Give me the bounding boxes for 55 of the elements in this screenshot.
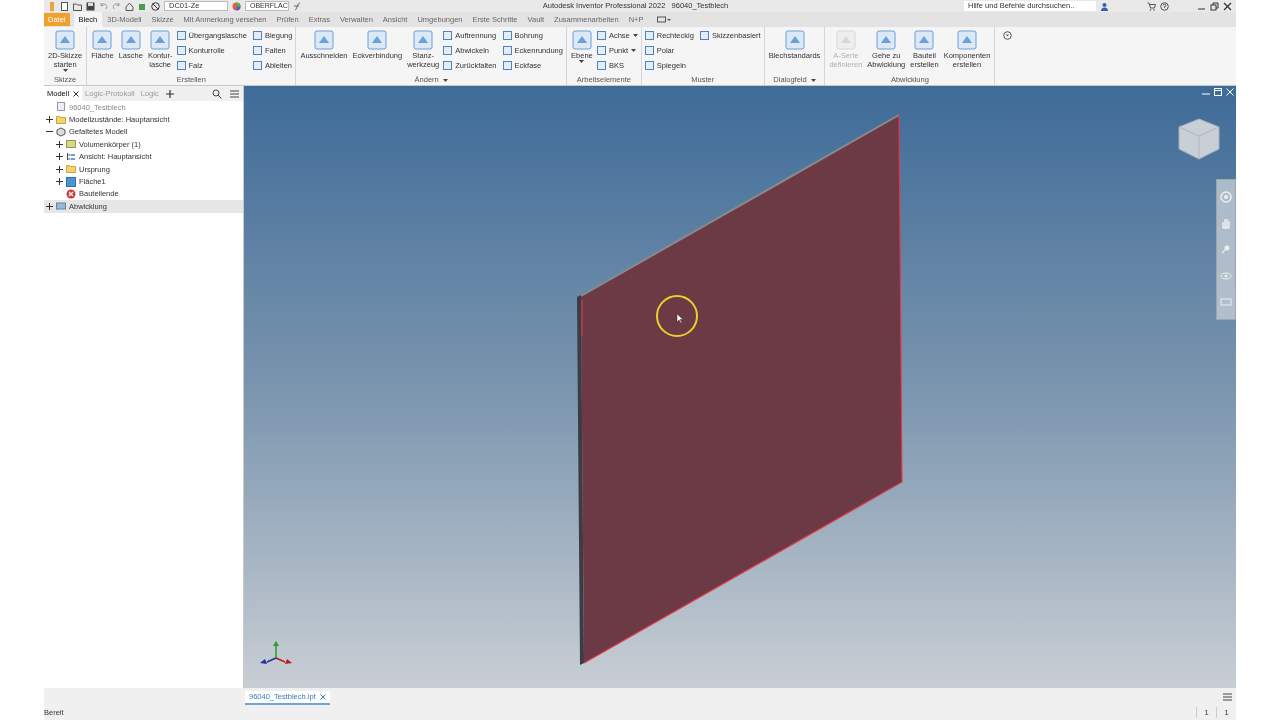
add-panel-icon[interactable]	[1003, 31, 1013, 40]
save-icon[interactable]	[86, 1, 95, 11]
stop-icon	[66, 188, 76, 199]
expand-icon[interactable]	[56, 165, 63, 173]
cart-icon[interactable]	[1147, 1, 1156, 11]
tool-icon	[875, 29, 898, 51]
document-icon	[56, 102, 66, 113]
user-icon[interactable]	[1100, 1, 1109, 11]
model-viewport[interactable]	[244, 86, 1236, 688]
panel-menu-caret-icon[interactable]	[810, 78, 816, 82]
close-icon[interactable]	[73, 90, 80, 97]
restore-icon[interactable]	[1214, 88, 1222, 96]
add-icon[interactable]	[165, 89, 174, 98]
tool-icon	[119, 29, 142, 51]
restore-icon[interactable]	[1210, 1, 1219, 11]
tool-icon	[149, 29, 172, 51]
expand-icon[interactable]	[56, 178, 63, 186]
axis-triad-icon	[259, 641, 293, 667]
help-icon[interactable]	[1160, 1, 1169, 11]
tool-icon	[312, 29, 335, 51]
caret-icon[interactable]	[579, 60, 585, 63]
tool-icon	[366, 29, 389, 51]
close-icon[interactable]	[1223, 1, 1232, 11]
sheet-icon	[56, 201, 66, 212]
square-icon	[66, 176, 76, 187]
new-file-icon[interactable]	[60, 1, 69, 11]
home-icon[interactable]	[125, 1, 134, 11]
tool-icon	[91, 29, 114, 51]
app-logo-icon	[48, 1, 56, 11]
no-entry-icon[interactable]	[151, 1, 160, 11]
tool-icon	[955, 29, 978, 51]
folder-icon	[66, 164, 76, 175]
view-cube-icon[interactable]	[1176, 116, 1222, 162]
color-wheel-icon	[232, 1, 241, 11]
panel-menu-caret-icon[interactable]	[442, 78, 448, 82]
tool-icon	[54, 29, 77, 51]
caret-icon[interactable]	[631, 49, 637, 52]
tree-icon	[66, 151, 76, 162]
tool-icon	[699, 31, 709, 40]
expand-icon[interactable]	[56, 140, 63, 148]
folder-icon[interactable]	[73, 1, 82, 11]
tool-icon	[783, 29, 806, 51]
tool-icon	[570, 29, 593, 51]
search-icon[interactable]	[212, 88, 222, 99]
folder-icon	[56, 114, 66, 125]
expand-icon[interactable]	[56, 153, 63, 161]
expand-icon[interactable]	[46, 116, 53, 124]
caret-icon[interactable]	[62, 69, 68, 72]
cursor-highlight-circle	[654, 293, 700, 339]
tool-icon	[412, 29, 435, 51]
display-dropdown-icon[interactable]	[656, 15, 671, 24]
box-icon	[66, 139, 76, 150]
tool-icon	[913, 29, 936, 51]
expand-icon[interactable]	[46, 202, 53, 210]
caret-icon[interactable]	[632, 34, 638, 37]
